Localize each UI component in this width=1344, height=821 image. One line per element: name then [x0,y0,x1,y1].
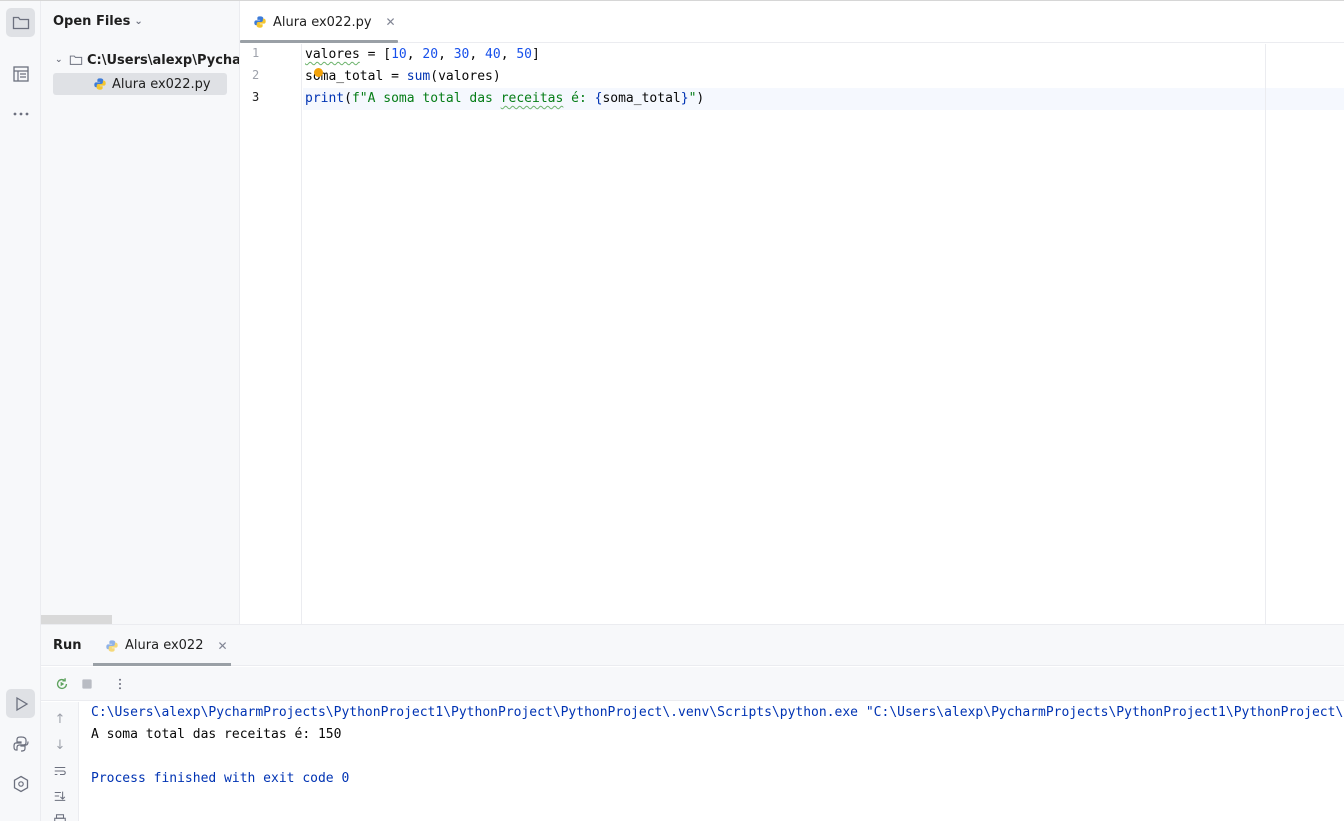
code-token: , [406,47,423,62]
structure-icon [12,65,29,82]
code-line-1: valores = [10, 20, 30, 40, 50] [305,44,540,66]
services-tool-button[interactable] [6,769,35,798]
tool-window-strip [0,1,41,821]
code-token: receitas [500,91,564,106]
chevron-down-icon: ⌄ [134,16,143,27]
soft-wrap-icon [54,766,66,776]
code-line-2: soma_total = sum(valores) [305,66,501,88]
run-side-toolbar: ↑ ↓ [41,702,79,821]
arrow-down-icon: ↓ [54,737,66,753]
rerun-icon [56,678,68,690]
run-toolbar [41,667,1344,701]
run-console[interactable]: C:\Users\alexp\PycharmProjects\PythonPro… [91,702,1344,821]
scroll-to-end-icon [54,791,66,801]
code-token: = [383,69,407,84]
console-process-line: Process finished with exit code 0 [91,771,350,786]
python-console-icon [12,735,29,752]
code-token: 40 [485,47,501,62]
python-console-tool-button[interactable] [6,729,35,758]
right-margin-guide [1265,44,1266,624]
code-token: ) [696,91,705,106]
soft-wrap-button[interactable] [52,763,68,779]
run-icon [15,696,28,711]
editor-tab-alura-ex022[interactable]: Alura ex022.py ✕ [240,1,398,43]
line-number-current: 3 [252,90,260,104]
active-run-tab-indicator [93,663,231,666]
vertical-dots-icon [118,678,122,690]
tree-file-label: Alura ex022.py [112,76,211,92]
line-number-gutter: 1 2 3 [240,44,302,624]
more-options-button[interactable] [111,675,129,693]
code-token: soma_total [602,91,681,106]
code-token: , [500,47,517,62]
stop-button[interactable] [78,675,96,693]
run-panel-header: Run Alura ex022 ✕ [41,625,1344,666]
project-panel: Open Files ⌄ ⌄ C:\Users\alexp\PycharmPro… [41,1,240,624]
project-view-label: Open Files [53,14,131,29]
more-icon [13,112,28,115]
console-command-line: C:\Users\alexp\PycharmProjects\PythonPro… [91,705,1344,720]
more-tools-button[interactable] [6,99,35,128]
console-output-line: A soma total das receitas é: 150 [91,727,342,742]
code-token: f"A soma total das [351,91,501,106]
scroll-down-button[interactable]: ↓ [52,737,68,753]
code-token: valores [305,47,360,62]
code-token: ( [344,91,352,106]
code-token: , [469,47,486,62]
expand-arrow-icon[interactable]: ⌄ [55,55,69,65]
code-token: print [305,91,345,106]
run-panel: Run Alura ex022 ✕ ↑ ↓ C:\Users\alexp\Pyc… [41,624,1344,821]
code-token: (valores) [430,69,501,84]
run-tool-button[interactable] [6,689,35,718]
project-view-selector[interactable]: Open Files ⌄ [53,14,143,29]
run-panel-title: Run [53,638,82,653]
scroll-to-end-button[interactable] [52,788,68,804]
code-token: = [ [359,47,392,62]
editor-tab-bar: Alura ex022.py ✕ [240,1,1344,43]
code-token: sum [406,69,431,84]
line-number: 1 [252,46,260,60]
close-icon[interactable]: ✕ [386,15,396,29]
horizontal-scrollbar[interactable] [41,615,112,624]
python-file-icon [94,78,106,90]
run-tab-alura-ex022[interactable]: Alura ex022 ✕ [93,625,231,666]
stop-icon [82,679,92,689]
folder-icon [12,16,29,29]
structure-tool-button[interactable] [6,59,35,88]
code-token: ] [532,47,540,62]
code-editor[interactable]: valores = [10, 20, 30, 40, 50] soma_tota… [303,44,1344,624]
code-token: 10 [391,47,407,62]
tree-file-row[interactable]: Alura ex022.py [53,73,227,95]
editor-tab-label: Alura ex022.py [273,14,372,30]
scroll-up-button[interactable]: ↑ [52,711,68,727]
tree-folder-row[interactable]: ⌄ C:\Users\alexp\PycharmProjects\PythonP… [55,49,239,71]
python-file-icon [106,639,118,652]
rerun-button[interactable] [53,675,71,693]
code-token: 50 [516,47,533,62]
services-icon [13,775,28,792]
print-icon [54,814,66,821]
run-tab-label: Alura ex022 [125,638,204,653]
code-token: é: [563,91,595,106]
code-token: 20 [422,47,439,62]
code-token: , [438,47,454,62]
close-icon[interactable]: ✕ [217,639,227,653]
arrow-up-icon: ↑ [54,711,66,727]
tree-folder-label: C:\Users\alexp\PycharmProjects\PythonPro… [87,52,239,68]
folder-icon [69,55,83,65]
ide-window: Open Files ⌄ ⌄ C:\Users\alexp\PycharmPro… [0,0,1344,821]
intention-bulb-icon[interactable] [314,68,323,77]
python-file-icon [254,16,266,28]
project-tool-button[interactable] [6,8,35,37]
print-button[interactable] [52,812,68,821]
editor-area: Alura ex022.py ✕ 1 2 3 valores = [10, 20… [240,1,1344,624]
code-line-3: print(f"A soma total das receitas é: {so… [305,88,704,110]
code-token: } [680,91,689,106]
code-token: 30 [453,47,470,62]
active-tab-indicator [240,40,398,43]
line-number: 2 [252,68,260,82]
